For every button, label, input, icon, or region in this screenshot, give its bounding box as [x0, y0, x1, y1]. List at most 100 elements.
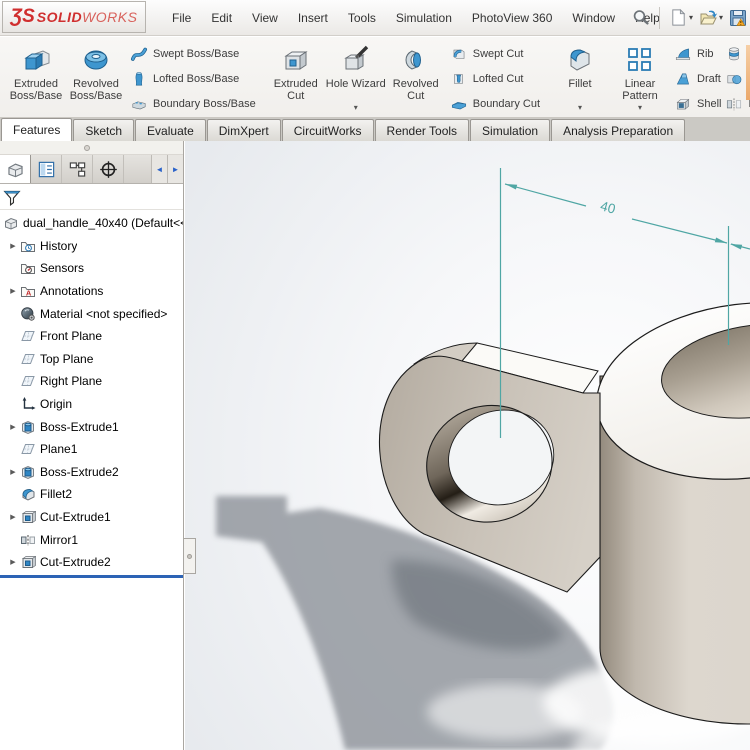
tree-item-origin[interactable]: Origin [0, 393, 183, 416]
tree-item-label: Material <not specified> [40, 307, 167, 321]
propertymanager-tab[interactable] [31, 155, 62, 183]
chevron-down-icon[interactable]: ▾ [578, 104, 582, 112]
configurationmanager-tab[interactable] [62, 155, 93, 183]
button-label: Revolved Boss/Base [66, 78, 126, 102]
tree-filter-row[interactable] [0, 184, 183, 210]
lofted-boss-base-button[interactable]: Lofted Boss/Base [130, 66, 256, 91]
menu-photoview-360[interactable]: PhotoView 360 [462, 8, 563, 28]
tree-item-boss-extrude1[interactable]: ▶Boss-Extrude1 [0, 415, 183, 438]
tab-simulation[interactable]: Simulation [470, 119, 550, 141]
boss-extrude-icon [20, 419, 36, 435]
expand-arrow-icon[interactable]: ▶ [6, 513, 20, 521]
panel-splitter-handle[interactable] [184, 538, 196, 574]
tree-item-label: Boss-Extrude2 [40, 465, 119, 479]
panel-top-splitter[interactable] [0, 141, 183, 155]
menu-insert[interactable]: Insert [288, 8, 338, 28]
splitter-grip-icon [187, 554, 192, 559]
tree-item-material-not-specified[interactable]: Material <not specified> [0, 302, 183, 325]
draft-button[interactable]: Draft [674, 66, 721, 91]
menu-window[interactable]: Window [562, 8, 625, 28]
expand-arrow-icon[interactable]: ▶ [6, 558, 20, 566]
swept-cut-icon [450, 45, 468, 63]
chevron-down-icon[interactable]: ▾ [689, 13, 693, 22]
expand-arrow-icon[interactable]: ▶ [6, 468, 20, 476]
tab-analysis-preparation[interactable]: Analysis Preparation [551, 119, 685, 141]
save-button[interactable] [728, 8, 748, 28]
boundary-cut-button[interactable]: Boundary Cut [450, 91, 540, 116]
logo-glyph: ƷS [11, 6, 35, 28]
tree-item-mirror1[interactable]: Mirror1 [0, 528, 183, 551]
lofted-cut-button[interactable]: Lofted Cut [450, 66, 540, 91]
search-icon[interactable] [631, 8, 650, 27]
graphics-viewport[interactable]: 40 [185, 141, 750, 750]
menu-simulation[interactable]: Simulation [386, 8, 462, 28]
tree-item-sensors[interactable]: Sensors [0, 257, 183, 280]
menu-bar: FileEditViewInsertToolsSimulationPhotoVi… [162, 0, 670, 35]
revolved-cut-button[interactable]: Revolved Cut [386, 41, 446, 102]
chevron-down-icon[interactable]: ▾ [638, 104, 642, 112]
history-folder-icon [20, 238, 36, 254]
tree-item-fillet2[interactable]: Fillet2 [0, 483, 183, 506]
tree-item-boss-extrude2[interactable]: ▶ Boss-Extrude2 [0, 461, 183, 484]
tree-item-right-plane[interactable]: Right Plane [0, 370, 183, 393]
extruded-boss-base-button[interactable]: Extruded Boss/Base [6, 41, 66, 102]
tab-render-tools[interactable]: Render Tools [375, 119, 470, 141]
plane-icon [20, 351, 36, 367]
tree-item-top-plane[interactable]: Top Plane [0, 348, 183, 371]
hole-wizard-button[interactable]: Hole Wizard▾ [326, 41, 386, 112]
tree-item-plane1[interactable]: Plane1 [0, 438, 183, 461]
button-label: Swept Boss/Base [153, 48, 239, 60]
open-document-button[interactable]: ▾ [698, 8, 723, 28]
extruded-cut-button[interactable]: Extruded Cut [266, 41, 326, 102]
solidworks-logo: ƷS SOLID WORKS [2, 1, 146, 33]
button-label: Boundary Cut [473, 98, 540, 110]
fillet-button[interactable]: Fillet ▾ [550, 41, 610, 112]
tree-item-label: Front Plane [40, 329, 102, 343]
intersect-icon [725, 70, 743, 88]
menu-tools[interactable]: Tools [338, 8, 386, 28]
part-icon [6, 160, 25, 179]
tab-evaluate[interactable]: Evaluate [135, 119, 206, 141]
expand-arrow-icon[interactable]: ▶ [6, 242, 20, 250]
featuremanager-tab[interactable] [0, 155, 31, 183]
tree-item-history[interactable]: ▶History [0, 235, 183, 258]
rollback-bar[interactable] [0, 575, 183, 578]
shell-button[interactable]: Shell [674, 91, 721, 116]
chevron-down-icon[interactable]: ▾ [354, 104, 358, 112]
sensors-folder-icon [20, 260, 36, 276]
tab-features[interactable]: Features [1, 118, 72, 141]
tab-circuitworks[interactable]: CircuitWorks [282, 119, 374, 141]
swept-boss-base-button[interactable]: Swept Boss/Base [130, 41, 256, 66]
dimxpertmanager-tab[interactable] [93, 155, 124, 183]
wrap-icon [725, 45, 743, 63]
rib-button[interactable]: Rib [674, 41, 721, 66]
tree-item-front-plane[interactable]: Front Plane [0, 325, 183, 348]
swept-cut-button[interactable]: Swept Cut [450, 41, 540, 66]
menu-view[interactable]: View [242, 8, 288, 28]
linear-pattern-button[interactable]: Linear Pattern▾ [610, 41, 670, 112]
boundary-boss-base-button[interactable]: Boundary Boss/Base [130, 91, 256, 116]
tab-dimxpert[interactable]: DimXpert [207, 119, 281, 141]
scroll-left-button[interactable]: ◄ [151, 155, 167, 183]
chevron-down-icon[interactable]: ▾ [719, 13, 723, 22]
lofted-boss-icon [130, 70, 148, 88]
menu-edit[interactable]: Edit [201, 8, 242, 28]
revolved-boss-icon [80, 44, 112, 76]
scroll-right-button[interactable]: ► [167, 155, 183, 183]
tree-item-label: Mirror1 [40, 533, 78, 547]
button-label: Fillet [568, 78, 591, 102]
expand-arrow-icon[interactable]: ▶ [6, 287, 20, 295]
tree-item-label: Plane1 [40, 442, 77, 456]
tree-item-dual-handle-40x40-default-d[interactable]: dual_handle_40x40 (Default<<D [0, 212, 183, 235]
tab-sketch[interactable]: Sketch [73, 119, 134, 141]
expand-arrow-icon[interactable]: ▶ [6, 423, 20, 431]
tree-item-cut-extrude2[interactable]: ▶Cut-Extrude2 [0, 551, 183, 574]
new-document-button[interactable]: ▾ [669, 8, 693, 27]
swept-boss-icon [130, 45, 148, 63]
toolbar-separator [659, 7, 660, 29]
tree-item-cut-extrude1[interactable]: ▶Cut-Extrude1 [0, 506, 183, 529]
revolved-boss-base-button[interactable]: Revolved Boss/Base [66, 41, 126, 102]
quick-access-toolbar: ▾ ▾ [631, 0, 750, 35]
tree-item-annotations[interactable]: ▶Annotations [0, 280, 183, 303]
menu-file[interactable]: File [162, 8, 201, 28]
